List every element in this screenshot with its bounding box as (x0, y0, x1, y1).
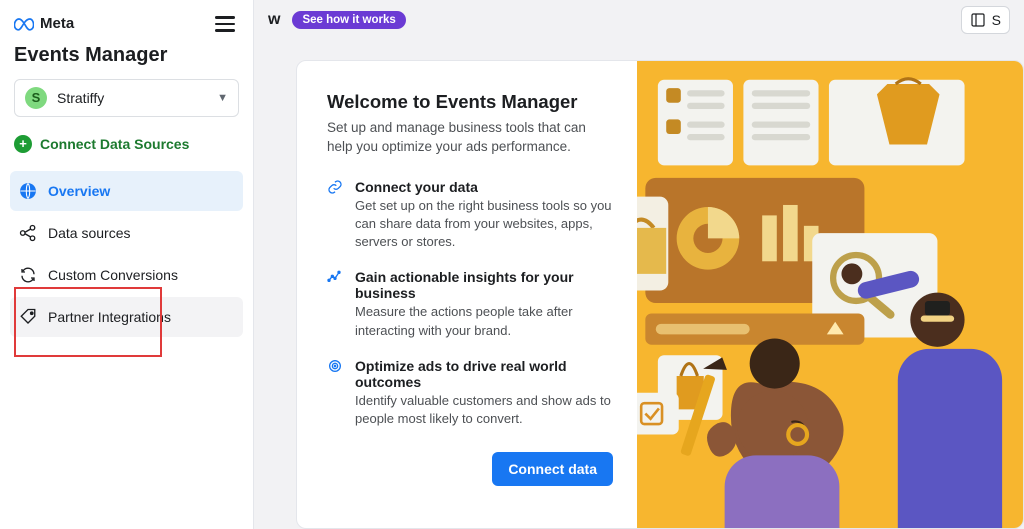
connect-data-sources-label: Connect Data Sources (40, 136, 189, 152)
settings-button-label: S (992, 12, 1001, 28)
welcome-illustration (637, 61, 1023, 528)
main-content: w See how it works S Welcome to Events M… (254, 0, 1024, 529)
sidebar-item-custom-conversions[interactable]: Custom Conversions (10, 255, 243, 295)
sidebar-item-label: Data sources (48, 225, 130, 241)
share-icon (18, 223, 38, 243)
feature-title: Optimize ads to drive real world outcome… (355, 358, 613, 390)
feature-desc: Get set up on the right business tools s… (355, 197, 613, 252)
feature-desc: Measure the actions people take after in… (355, 303, 613, 339)
see-how-it-works-pill[interactable]: See how it works (292, 11, 405, 29)
account-name: Stratiffy (57, 90, 207, 106)
account-avatar: S (25, 87, 47, 109)
sidebar: Meta Events Manager S Stratiffy ▼ + Conn… (0, 0, 254, 529)
tag-icon (18, 307, 38, 327)
target-icon (327, 358, 345, 428)
link-icon (327, 179, 345, 252)
feature-connect-data: Connect your data Get set up on the righ… (327, 179, 613, 252)
layout-icon (970, 12, 986, 28)
sidebar-item-label: Overview (48, 183, 110, 199)
sidebar-item-data-sources[interactable]: Data sources (10, 213, 243, 253)
connect-data-sources-button[interactable]: + Connect Data Sources (14, 135, 239, 153)
sidebar-item-partner-integrations[interactable]: Partner Integrations (10, 297, 243, 337)
feature-optimize: Optimize ads to drive real world outcome… (327, 358, 613, 428)
globe-icon (18, 181, 38, 201)
connect-data-button[interactable]: Connect data (492, 452, 613, 486)
welcome-title: Welcome to Events Manager (327, 91, 613, 113)
meta-logo[interactable]: Meta (14, 14, 74, 34)
plus-circle-icon: + (14, 135, 32, 153)
sidebar-item-label: Partner Integrations (48, 309, 171, 325)
feature-insights: Gain actionable insights for your busine… (327, 269, 613, 339)
feature-desc: Identify valuable customers and show ads… (355, 392, 613, 428)
meta-infinity-icon (14, 14, 34, 34)
account-selector[interactable]: S Stratiffy ▼ (14, 79, 239, 117)
trend-icon (327, 269, 345, 339)
sidebar-title: Events Manager (14, 44, 239, 67)
hamburger-menu-icon[interactable] (211, 12, 239, 36)
chevron-down-icon: ▼ (217, 92, 228, 104)
refresh-icon (18, 265, 38, 285)
feature-title: Gain actionable insights for your busine… (355, 269, 613, 301)
sidebar-item-label: Custom Conversions (48, 267, 178, 283)
feature-title: Connect your data (355, 179, 613, 195)
welcome-subtitle: Set up and manage business tools that ca… (327, 119, 613, 157)
sidebar-item-overview[interactable]: Overview (10, 171, 243, 211)
meta-brand-text: Meta (40, 15, 74, 32)
welcome-card: Welcome to Events Manager Set up and man… (296, 60, 1024, 529)
page-heading-fragment: w (268, 11, 280, 29)
settings-button[interactable]: S (961, 6, 1010, 34)
